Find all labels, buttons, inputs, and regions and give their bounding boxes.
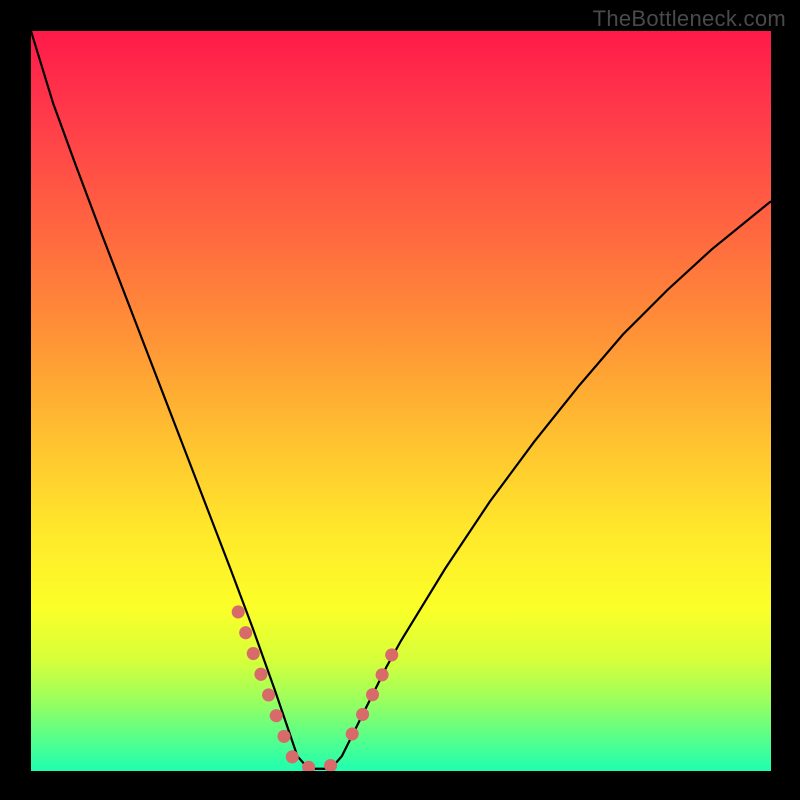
highlight-segment-left [238,612,336,767]
chart-container: TheBottleneck.com [0,0,800,800]
watermark-text: TheBottleneck.com [593,6,786,32]
chart-svg [31,31,771,771]
bottleneck-curve [31,31,771,769]
